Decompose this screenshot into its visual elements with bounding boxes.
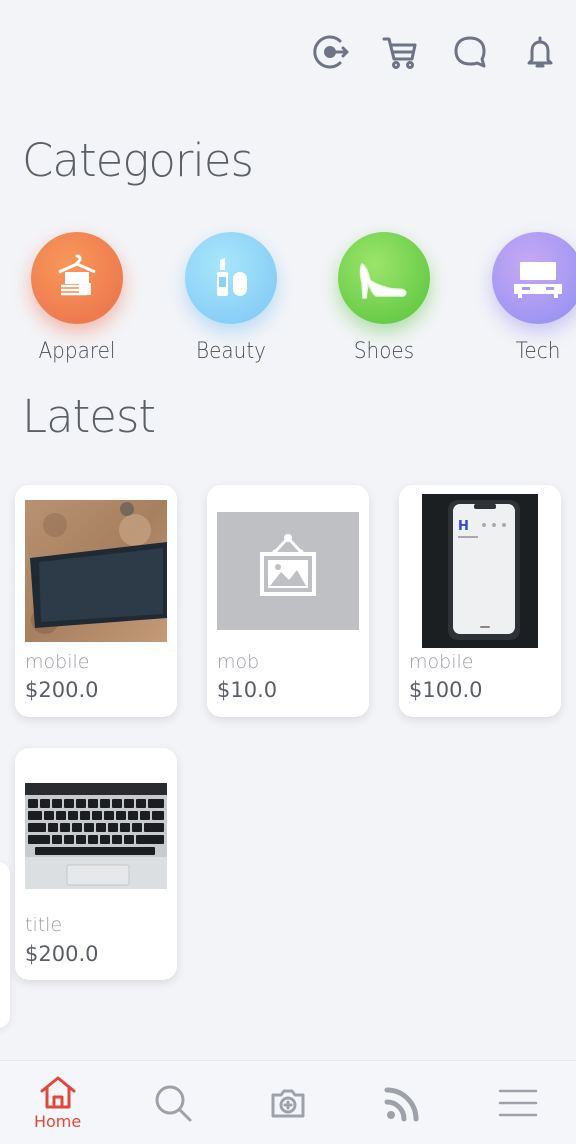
category-label: Tech xyxy=(515,336,561,364)
product-title: title xyxy=(25,914,63,936)
cosmetics-icon xyxy=(185,232,277,324)
bottom-navigation: Home xyxy=(0,1060,576,1144)
hanger-shirt-icon xyxy=(31,232,123,324)
feed-icon xyxy=(384,1087,419,1121)
laptop-keyboard-photo xyxy=(25,783,167,889)
phone-screen-photo: H xyxy=(422,494,538,648)
nav-camera[interactable] xyxy=(248,1061,328,1144)
nav-home[interactable]: Home xyxy=(18,1061,98,1144)
category-label: Apparel xyxy=(38,336,116,364)
product-title: mob xyxy=(217,651,260,673)
category-label: Beauty xyxy=(195,336,266,364)
product-card[interactable]: mobile $200.0 xyxy=(15,485,177,717)
chat-icon[interactable] xyxy=(448,30,492,74)
product-card[interactable]: title $200.0 xyxy=(15,748,177,980)
login-icon[interactable] xyxy=(308,30,352,74)
nav-menu[interactable] xyxy=(478,1061,558,1144)
phone-on-rock-photo xyxy=(25,500,167,642)
high-heel-icon xyxy=(338,232,430,324)
home-icon xyxy=(40,1076,76,1109)
product-title: mobile xyxy=(25,651,90,673)
product-price: $200.0 xyxy=(25,942,99,966)
side-drawer-handle[interactable] xyxy=(0,862,10,1028)
product-price: $10.0 xyxy=(217,678,278,702)
product-title: mobile xyxy=(409,651,474,673)
category-label: Shoes xyxy=(353,336,415,364)
category-tech[interactable]: Tech xyxy=(478,232,576,364)
product-price: $100.0 xyxy=(409,678,483,702)
category-beauty[interactable]: Beauty xyxy=(171,232,291,364)
top-bar xyxy=(308,30,562,74)
bell-icon[interactable] xyxy=(518,30,562,74)
product-card[interactable]: H mobile $100.0 xyxy=(399,485,561,717)
category-apparel[interactable]: Apparel xyxy=(17,232,137,364)
tv-icon xyxy=(492,232,576,324)
cart-icon[interactable] xyxy=(378,30,422,74)
image-placeholder-icon xyxy=(217,512,359,630)
categories-title: Categories xyxy=(22,134,254,187)
menu-icon xyxy=(499,1089,538,1116)
product-price: $200.0 xyxy=(25,678,99,702)
svg-text:H: H xyxy=(458,519,469,534)
categories-row: Apparel Beauty Shoes Tech xyxy=(0,232,576,372)
product-card[interactable]: mob $10.0 xyxy=(207,485,369,717)
category-shoes[interactable]: Shoes xyxy=(324,232,444,364)
nav-label: Home xyxy=(33,1112,82,1131)
nav-feed[interactable] xyxy=(363,1061,443,1144)
search-icon xyxy=(155,1085,192,1121)
nav-search[interactable] xyxy=(133,1061,213,1144)
latest-title: Latest xyxy=(22,390,156,443)
camera-icon xyxy=(271,1089,305,1117)
